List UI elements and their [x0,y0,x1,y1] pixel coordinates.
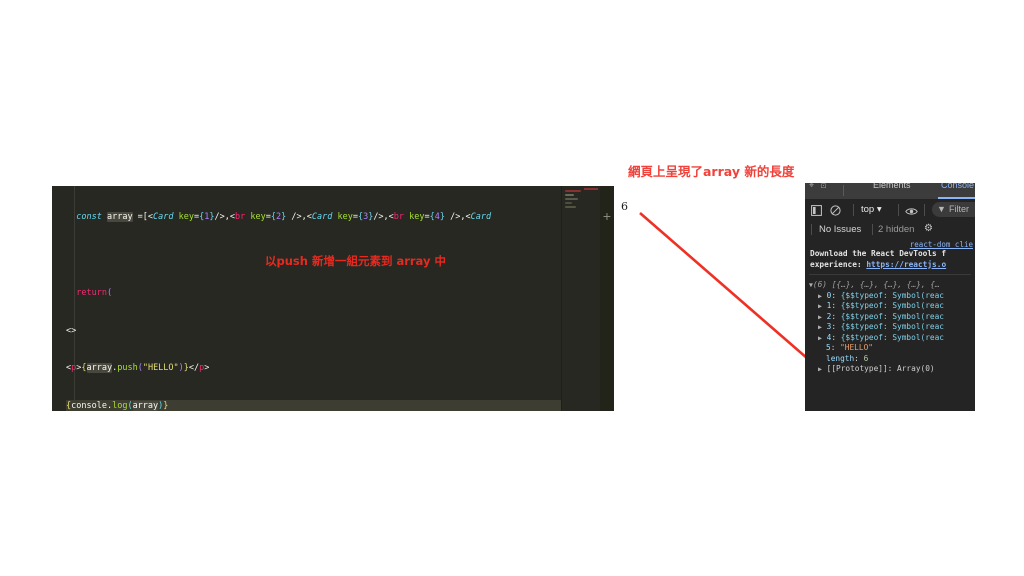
array-length-row[interactable]: length: 6 [809,354,975,365]
console-array-output[interactable]: ▼(6) [{…}, {…}, {…}, {…}, {… ▶ 0: {$$typ… [809,280,975,375]
array-entry-value: {$$typeof: Symbol(reac [840,322,944,331]
execution-context-select[interactable]: top ▾ [861,204,882,215]
expand-caret-icon[interactable]: ▶ [818,323,822,331]
array-entry-row[interactable]: ▶ 1: {$$typeof: Symbol(reac [809,301,975,312]
code-content[interactable]: const array =[<Card key={1}/>,<br key={2… [66,186,600,411]
array-entry-row[interactable]: ▶ 4: {$$typeof: Symbol(reac [809,333,975,344]
array-entry-value: {$$typeof: Symbol(reac [840,332,944,342]
inspect-and-device-icons[interactable]: ⌖ ⊡ [809,183,828,191]
webpage-rendered-length: 6 [621,200,628,213]
code-line: const array =[<Card key={1}/>,<br key={2… [76,212,492,223]
expand-caret-icon[interactable]: ▶ [818,365,822,373]
array-entry-value: {$$typeof: Symbol(reac [840,290,944,300]
react-msg-line2-prefix: experience: [810,259,867,269]
console-status-bar[interactable]: No Issues 2 hidden ⚙ [805,221,975,239]
show-console-sidebar-icon[interactable] [811,203,822,221]
chevron-down-icon: ▾ [876,204,882,215]
clear-console-icon[interactable] [830,203,841,221]
console-message-divider [809,274,971,275]
annotation-length-note: 網頁上呈現了array 新的長度 [628,164,795,179]
devtools-panel[interactable]: ⌖ ⊡ Elements Console top ▾ ▼ Filter No I… [805,183,975,411]
context-label: top [861,204,875,215]
editor-scrollbar[interactable]: + [600,186,614,411]
react-msg-link[interactable]: https://reactjs.o [866,260,946,269]
toolbar-divider [924,204,925,216]
tabbar-divider [843,185,844,196]
hidden-messages-count[interactable]: 2 hidden [878,224,914,235]
status-divider [872,224,873,235]
prototype-key: [[Prototype]] [826,364,888,373]
no-issues-label[interactable]: No Issues [819,224,861,235]
tab-elements[interactable]: Elements [873,183,911,190]
add-icon[interactable]: + [601,209,613,223]
status-divider [811,224,812,235]
annotation-push-note: 以push 新增一組元素到 array 中 [265,254,446,268]
code-line-active: {console.log(array)} [66,400,600,411]
toolbar-divider [853,204,854,216]
array-header-label: (6) [{…}, {…}, {…}, {…}, {… [812,280,940,289]
filter-funnel-icon: ▼ [937,204,946,214]
array-entry-hello-row[interactable]: 5: "HELLO" [809,343,975,354]
code-editor-panel[interactable]: const array =[<Card key={1}/>,<br key={2… [52,186,614,411]
expand-caret-icon[interactable]: ▶ [818,292,822,300]
array-entry-row[interactable]: ▶ 0: {$$typeof: Symbol(reac [809,291,975,302]
gear-icon[interactable]: ⚙ [924,223,933,234]
minimap-marker [584,188,598,190]
array-entry-value: {$$typeof: Symbol(reac [840,311,944,321]
array-length-key: length [826,353,855,363]
code-line: <p>{array.push("HELLO")}</p> [66,363,210,374]
console-filter-input[interactable]: ▼ Filter [932,202,975,217]
array-prototype-row[interactable]: ▶ [[Prototype]]: Array(0) [809,364,975,375]
editor-minimap[interactable] [561,186,600,411]
expand-caret-icon[interactable]: ▶ [818,302,822,310]
array-entry-row[interactable]: ▶ 3: {$$typeof: Symbol(reac [809,322,975,333]
live-expression-eye-icon[interactable] [905,203,918,221]
code-line: <> [66,325,77,336]
array-header-row[interactable]: ▼(6) [{…}, {…}, {…}, {…}, {… [809,280,975,291]
code-line: return( [76,287,113,298]
array-length-value: 6 [863,353,869,363]
console-toolbar[interactable]: top ▾ ▼ Filter [805,199,975,222]
console-output[interactable]: react-dom_clie Download the React DevToo… [805,238,975,411]
react-msg-line1: Download the React DevTools f [810,249,947,258]
console-message-react-devtools: Download the React DevTools f experience… [810,249,975,270]
prototype-value: Array(0) [897,364,935,373]
editor-gutter [52,186,66,411]
array-entry-value: {$$typeof: Symbol(reac [840,301,944,310]
filter-placeholder: Filter [949,204,969,214]
expand-caret-icon[interactable]: ▶ [818,313,822,321]
toolbar-divider [898,204,899,216]
expand-caret-icon[interactable]: ▶ [818,334,822,342]
tab-console[interactable]: Console [941,183,974,190]
array-entry-value: "HELLO" [840,343,873,352]
array-entry-row[interactable]: ▶ 2: {$$typeof: Symbol(reac [809,312,975,323]
